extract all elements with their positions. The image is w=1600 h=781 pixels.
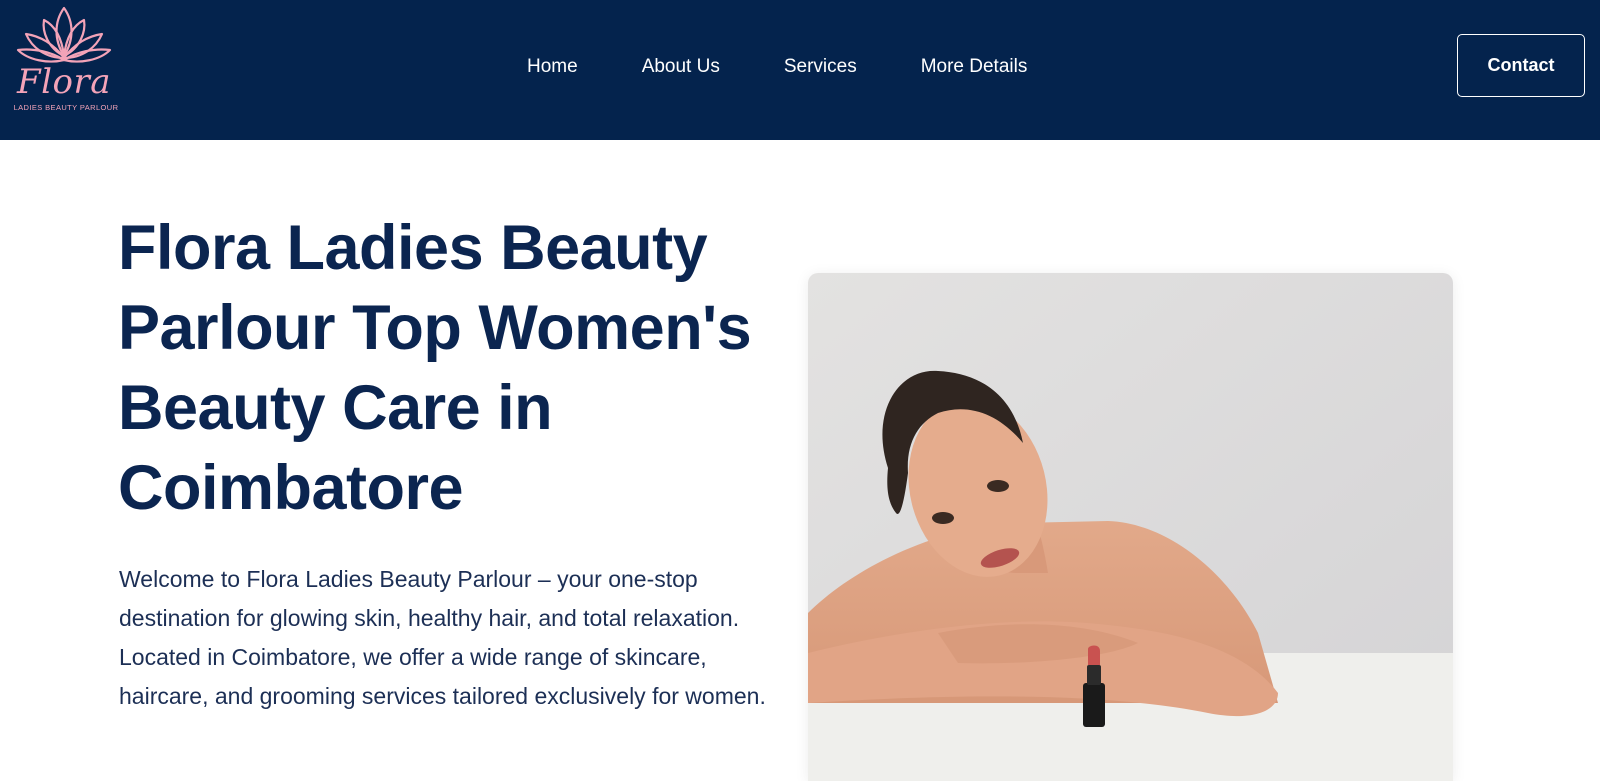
nav-services[interactable]: Services bbox=[784, 56, 857, 78]
model-with-lipstick-photo bbox=[808, 273, 1453, 781]
site-header: Flora LADIES BEAUTY PARLOUR Home About U… bbox=[0, 0, 1600, 140]
nav-more-details[interactable]: More Details bbox=[921, 56, 1028, 78]
nav-about-us[interactable]: About Us bbox=[642, 56, 720, 78]
hero-image bbox=[808, 273, 1453, 781]
contact-button[interactable]: Contact bbox=[1457, 34, 1585, 97]
logo-wordmark: Flora bbox=[17, 62, 111, 102]
logo-tagline: LADIES BEAUTY PARLOUR bbox=[13, 103, 119, 112]
hero-description: Welcome to Flora Ladies Beauty Parlour –… bbox=[119, 566, 766, 709]
main-nav: Home About Us Services More Details bbox=[527, 52, 1027, 82]
brand-logo[interactable]: Flora LADIES BEAUTY PARLOUR bbox=[8, 4, 120, 116]
hero-title: Flora Ladies Beauty Parlour Top Women's … bbox=[118, 213, 752, 523]
nav-home[interactable]: Home bbox=[527, 56, 578, 78]
